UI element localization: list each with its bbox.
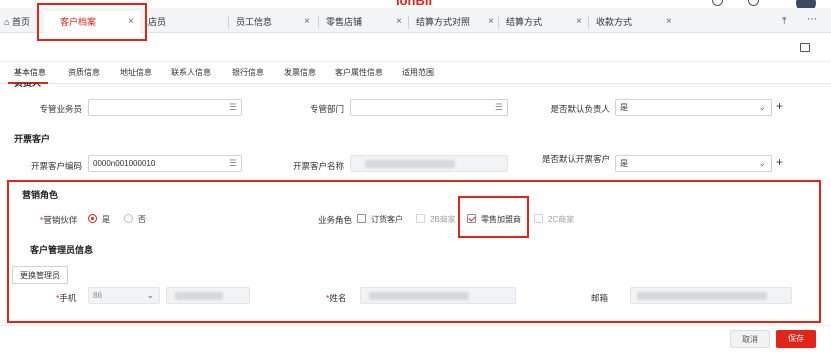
tab-label: 零售店铺 [326,17,363,27]
tab-label: 收款方式 [596,17,633,27]
tab-label: 结算方式 [506,17,543,27]
subtab-customer-attributes[interactable]: 客户属性信息 [335,67,383,78]
invoice-section-title: 开票客户 [14,134,51,144]
tab-label: 结算方式对照 [416,17,471,27]
pin-icon[interactable]: ⤒ [782,16,786,27]
list-icon[interactable]: ☰ [229,158,237,169]
chevron-down-icon: ⌄ [758,102,766,112]
default-principal-select[interactable]: 是 ⌄ [615,99,772,116]
tab-settlement-mapping[interactable]: 结算方式对照 × [412,11,498,33]
invoice-name-input [350,155,508,172]
close-icon[interactable]: × [576,11,582,33]
print-icon[interactable] [800,43,810,52]
close-icon[interactable]: × [666,11,672,33]
add-principal-icon[interactable]: + [776,99,783,113]
tab-divider [588,16,589,29]
principal-section-title: 负责人 [14,83,42,88]
subtab-address[interactable]: 地址信息 [120,67,152,78]
home-icon: ⌂ [4,17,10,27]
tab-label: 首页 [11,17,30,27]
help-icon[interactable] [712,0,723,6]
list-icon[interactable]: ☰ [229,102,237,113]
department-label: 专管部门 [309,104,344,114]
annotation-highlight-checkbox [458,196,529,238]
tab-divider [228,16,229,29]
tab-employee-info[interactable]: 员工信息 × [232,11,318,33]
salesman-input[interactable]: ☰ [88,99,242,116]
default-principal-value: 是 [620,103,628,112]
invoice-code-value: 0000n001000010 [93,159,156,168]
subtab-invoice[interactable]: 发票信息 [284,67,316,78]
tab-payment-method[interactable]: 收款方式 × [592,11,678,33]
tab-divider [408,16,409,29]
department-input[interactable]: ☰ [350,99,508,116]
chevron-down-icon: ⌄ [758,158,766,168]
subtab-scope[interactable]: 适用范围 [402,67,434,78]
tab-label: 员工信息 [236,17,273,27]
tab-divider [498,16,499,29]
add-invoice-customer-icon[interactable]: + [776,155,783,169]
salesman-label: 专管业务员 [39,104,82,114]
invoice-code-input[interactable]: 0000n001000010 ☰ [88,155,242,172]
tab-label: 店员 [148,17,167,27]
default-invoice-select[interactable]: 是 ⌄ [615,155,772,172]
cancel-button[interactable]: 取消 [730,330,770,348]
detail-tabs: 基本信息 资质信息 地址信息 联系人信息 银行信息 发票信息 客户属性信息 适用… [0,62,831,84]
redacted-value [365,160,455,168]
default-principal-label: 是否默认负责人 [550,104,610,114]
list-icon[interactable]: ☰ [495,102,503,113]
invoice-name-label: 开票客户名称 [292,161,344,171]
subtab-basic-info[interactable]: 基本信息 [14,67,46,78]
tab-retail-store[interactable]: 零售店铺 × [322,11,408,33]
tab-divider [318,16,319,29]
subtab-contacts[interactable]: 联系人信息 [171,67,211,78]
default-invoice-value: 是 [620,159,628,168]
annotation-highlight-section [7,180,821,323]
tab-home[interactable]: ⌂ 首页 [0,11,40,33]
save-button[interactable]: 保存 [776,330,816,348]
subtab-qualification[interactable]: 资质信息 [68,67,100,78]
settings-icon[interactable] [748,0,759,6]
subtab-bank[interactable]: 银行信息 [232,67,264,78]
invoice-code-label: 开票客户编码 [30,161,82,171]
footer-bar [0,325,831,352]
annotation-highlight-tab [37,3,147,41]
tab-clerk[interactable]: 店员 [144,11,224,33]
more-icon[interactable]: ⋯ [807,14,817,25]
close-icon[interactable]: × [304,11,310,33]
app-logo: IonBir [396,0,434,8]
close-icon[interactable]: × [488,11,494,33]
close-icon[interactable]: × [396,11,402,33]
tab-settlement-method[interactable]: 结算方式 × [502,11,588,33]
default-invoice-label: 是否默认开票客户 [541,154,610,164]
